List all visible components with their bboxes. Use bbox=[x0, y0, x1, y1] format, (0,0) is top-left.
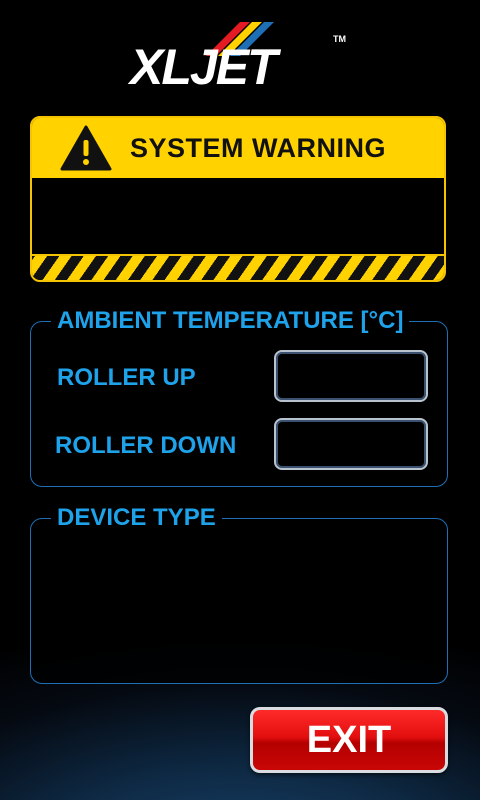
logo-trademark: TM bbox=[333, 34, 346, 44]
exit-button[interactable]: EXIT bbox=[250, 707, 448, 773]
system-warning-panel: SYSTEM WARNING bbox=[30, 116, 446, 282]
logo-text: XLJET bbox=[130, 39, 278, 95]
roller-up-value-field bbox=[274, 350, 428, 402]
warning-message-area bbox=[32, 178, 444, 256]
roller-down-value-field bbox=[274, 418, 428, 470]
hazard-stripe bbox=[32, 256, 444, 280]
warning-triangle-icon bbox=[60, 125, 112, 171]
roller-down-label: ROLLER DOWN bbox=[55, 432, 237, 459]
warning-title: SYSTEM WARNING bbox=[130, 132, 387, 163]
warning-header: SYSTEM WARNING bbox=[32, 118, 444, 178]
roller-up-label: ROLLER UP bbox=[57, 364, 196, 391]
ambient-temperature-panel: AMBIENT TEMPERATURE [°C] ROLLER UP ROLLE… bbox=[30, 307, 448, 487]
device-type-legend: DEVICE TYPE bbox=[51, 504, 222, 532]
ambient-temperature-legend: AMBIENT TEMPERATURE [°C] bbox=[51, 307, 410, 335]
xljet-logo: XLJET TM bbox=[130, 18, 350, 95]
device-type-panel: DEVICE TYPE bbox=[30, 504, 448, 684]
